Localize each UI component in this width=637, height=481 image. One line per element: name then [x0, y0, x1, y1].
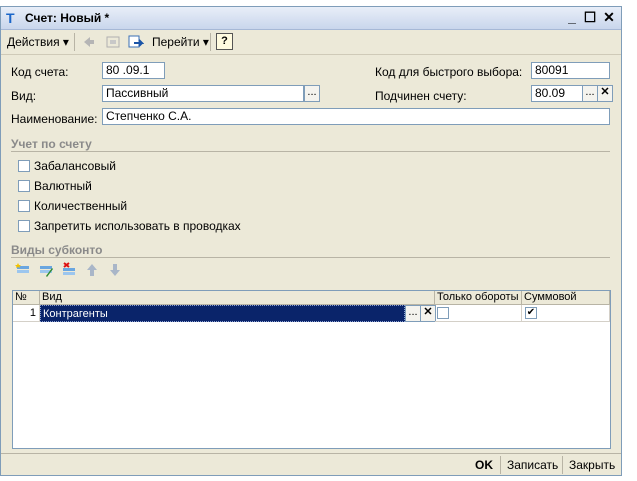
column-header-turnover-only[interactable]: Только обороты [435, 291, 522, 305]
code-field[interactable]: 80 .09.1 [102, 62, 165, 79]
column-header-number[interactable]: № [13, 291, 40, 305]
maximize-button[interactable]: ☐ [582, 9, 598, 25]
goto-icon[interactable] [128, 34, 145, 50]
forbid-postings-checkbox[interactable] [18, 220, 30, 232]
currency-label: Валютный [34, 179, 92, 193]
help-button[interactable]: ? [216, 33, 233, 50]
code-label: Код счета: [11, 65, 69, 79]
sum-cell: ✔ [522, 305, 610, 322]
name-field[interactable]: Степченко С.А. [102, 108, 610, 125]
name-label: Наименование: [11, 112, 98, 126]
toolbar-separator [210, 33, 211, 51]
move-down-icon[interactable] [107, 262, 123, 278]
column-header-kind[interactable]: Вид [40, 291, 435, 305]
column-header-sum[interactable]: Суммовой [522, 291, 610, 305]
sum-checkbox[interactable]: ✔ [525, 307, 537, 319]
quick-code-field[interactable]: 80091 [531, 62, 610, 79]
clear-icon[interactable]: ✕ [597, 85, 613, 102]
type-field[interactable]: Пассивный [102, 85, 304, 102]
parent-field[interactable]: 80.09 [531, 85, 583, 102]
select-button[interactable]: ... [405, 305, 421, 322]
ok-button[interactable]: OK [475, 458, 493, 472]
close-form-button[interactable]: Закрыть [569, 458, 615, 472]
type-label: Вид: [11, 89, 37, 103]
row-kind-cell[interactable]: Контрагенты [40, 305, 405, 322]
add-row-icon[interactable] [15, 262, 31, 278]
window-title: Счет: Новый * [25, 11, 110, 25]
accounting-group-title: Учет по счету [11, 137, 92, 151]
close-button[interactable]: ✕ [601, 9, 617, 25]
forbid-postings-label: Запретить использовать в проводках [34, 219, 241, 233]
app-icon: T [6, 10, 15, 26]
subconto-group-title: Виды субконто [11, 243, 103, 257]
chevron-down-icon: ▾ [202, 35, 209, 49]
title-bar[interactable]: T Счет: Новый * _ ☐ ✕ [1, 7, 621, 30]
off-balance-label: Забалансовый [34, 159, 117, 173]
subconto-table: № Вид Только обороты Суммовой 1 Контраге… [12, 290, 611, 449]
actions-menu[interactable]: Действия ▾ [7, 35, 69, 49]
row-number: 1 [13, 305, 40, 322]
quick-code-label: Код для быстрого выбора: [375, 65, 523, 79]
back-arrow-icon[interactable] [81, 34, 97, 50]
off-balance-checkbox[interactable] [18, 160, 30, 172]
footer-separator [500, 456, 501, 474]
select-button[interactable]: ... [582, 85, 598, 102]
help-icon: ? [221, 35, 228, 47]
footer-bar: OK Записать Закрыть [1, 453, 621, 476]
clear-icon[interactable]: ✕ [420, 305, 436, 322]
actions-menu-label: Действия [7, 35, 60, 49]
currency-checkbox[interactable] [18, 180, 30, 192]
save-button[interactable]: Записать [507, 458, 558, 472]
footer-separator [562, 456, 563, 474]
move-up-icon[interactable] [84, 262, 100, 278]
chevron-down-icon: ▾ [62, 35, 69, 49]
toolbar-separator [74, 33, 75, 51]
turnover-only-checkbox[interactable] [437, 307, 449, 319]
quantity-label: Количественный [34, 199, 128, 213]
minimize-button[interactable]: _ [564, 9, 580, 25]
account-window: T Счет: Новый * _ ☐ ✕ Действия ▾ Перейти… [0, 6, 622, 476]
parent-label: Подчинен счету: [375, 89, 467, 103]
delete-row-icon[interactable] [61, 262, 77, 278]
quantity-checkbox[interactable] [18, 200, 30, 212]
group-divider [11, 257, 610, 258]
turnover-only-cell [435, 305, 522, 322]
group-divider [11, 151, 610, 152]
structure-icon[interactable] [105, 34, 121, 50]
toolbar: Действия ▾ Перейти ▾ ? [1, 30, 621, 55]
goto-menu[interactable]: Перейти ▾ [152, 35, 209, 49]
edit-row-icon[interactable] [38, 262, 54, 278]
goto-menu-label: Перейти [152, 35, 200, 49]
select-button[interactable]: ... [304, 85, 320, 102]
